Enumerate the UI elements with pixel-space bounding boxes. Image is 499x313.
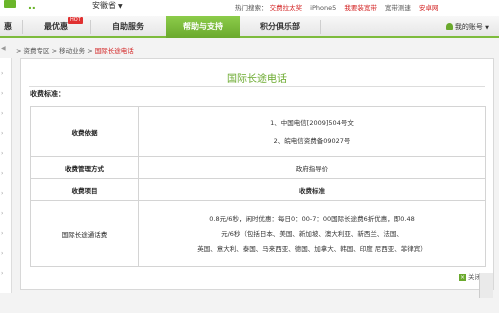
chevron-right-icon[interactable]: ›: [1, 250, 3, 257]
page-bottom: [0, 298, 499, 313]
breadcrumb-current: 国际长途电话: [94, 47, 134, 55]
chevron-down-icon: ▼: [485, 25, 489, 31]
hot-link-1[interactable]: 交费拉太奖: [270, 4, 303, 12]
close-button[interactable]: × 关闭: [459, 271, 481, 281]
fee-table: 收费依据 1、中国电信[2009]504号文 2、皖电信资费备09027号 收费…: [30, 106, 486, 267]
nav-item-help-support[interactable]: 帮助与支持: [166, 16, 240, 38]
chevron-right-icon[interactable]: ›: [1, 150, 3, 157]
province-label: 安徽省: [92, 1, 116, 10]
row-head-management: 收费管理方式: [30, 156, 139, 179]
divider: [29, 86, 485, 87]
table-row: 国际长途通话费 0.8元/6秒，闲时优惠：每日0：00-7：00国际长途费6折优…: [30, 200, 486, 267]
nav-divider: [320, 20, 321, 34]
chevron-down-icon: ▼: [118, 3, 123, 10]
hot-link-2[interactable]: iPhone5: [310, 4, 336, 12]
breadcrumb-fees[interactable]: 资费专区: [24, 47, 50, 55]
breadcrumb: ◀ > 资费专区 > 移动业务 > 国际长途电话: [1, 45, 134, 55]
standard-label: 收费标准：: [30, 90, 65, 98]
row-value-basis: 1、中国电信[2009]504号文 2、皖电信资费备09027号: [138, 106, 486, 157]
row-head-basis: 收费依据: [30, 106, 139, 157]
hot-link-5[interactable]: 安卓网: [419, 4, 439, 12]
chevron-right-icon[interactable]: ›: [1, 190, 3, 197]
table-row: 收费依据 1、中国电信[2009]504号文 2、皖电信资费备09027号: [30, 106, 486, 157]
chevron-right-icon[interactable]: ›: [1, 110, 3, 117]
chevron-left-icon[interactable]: ◀: [1, 45, 6, 52]
nav-item-points-club[interactable]: 积分俱乐部: [242, 16, 318, 38]
table-row: 收费管理方式 政府指导价: [30, 156, 486, 179]
close-icon: ×: [459, 274, 466, 281]
chevron-right-icon[interactable]: ›: [1, 170, 3, 177]
chevron-right-icon[interactable]: ›: [1, 90, 3, 97]
row-value-standard-header: 收费标准: [138, 178, 486, 201]
province-selector[interactable]: 安徽省 ▼: [92, 0, 123, 11]
hot-link-4[interactable]: 宽带测速: [385, 4, 411, 12]
hot-search: 热门搜索： 交费拉太奖 iPhone5 我要装宽带 宽带测速 安卓网: [235, 2, 444, 12]
hot-search-label: 热门搜索：: [235, 4, 268, 12]
main-nav: 惠 最优惠 HOT 自助服务 帮助与支持 积分俱乐部 我的账号 ▼: [0, 16, 499, 38]
chevron-right-icon[interactable]: ›: [1, 230, 3, 237]
row-value-management: 政府指导价: [138, 156, 486, 179]
row-head-item: 收费项目: [30, 178, 139, 201]
nav-item-partial[interactable]: 惠: [0, 16, 16, 38]
chevron-right-icon[interactable]: ›: [1, 270, 3, 277]
nav-divider: [22, 20, 23, 34]
top-bar: .. 安徽省 ▼ 热门搜索： 交费拉太奖 iPhone5 我要装宽带 宽带测速 安…: [0, 0, 499, 16]
user-icon: [445, 23, 453, 30]
row-value-intl-call: 0.8元/6秒，闲时优惠：每日0：00-7：00国际长途费6折优惠，即0.48 …: [138, 200, 486, 267]
row-head-intl-call: 国际长途通话费: [30, 200, 139, 267]
breadcrumb-mobile[interactable]: 移动业务: [59, 47, 85, 55]
chevron-right-icon[interactable]: ›: [1, 70, 3, 77]
table-row: 收费项目 收费标准: [30, 178, 486, 201]
nav-divider: [90, 20, 91, 34]
chevron-right-icon[interactable]: ›: [1, 210, 3, 217]
page-title: 国际长途电话: [227, 74, 287, 85]
nav-item-best-deals[interactable]: 最优惠 HOT: [24, 16, 88, 38]
hot-badge: HOT: [68, 17, 83, 24]
nav-item-self-service[interactable]: 自助服务: [92, 16, 164, 38]
logo-mark: [4, 0, 16, 8]
hot-link-3[interactable]: 我要装宽带: [344, 4, 377, 12]
my-account-menu[interactable]: 我的账号 ▼: [445, 16, 489, 38]
chevron-right-icon[interactable]: ›: [1, 130, 3, 137]
fee-detail-panel: 国际长途电话 收费标准： 收费依据 1、中国电信[2009]504号文 2、皖电…: [20, 58, 494, 290]
left-sidebar: › › › › › › › › › › ›: [0, 58, 12, 293]
